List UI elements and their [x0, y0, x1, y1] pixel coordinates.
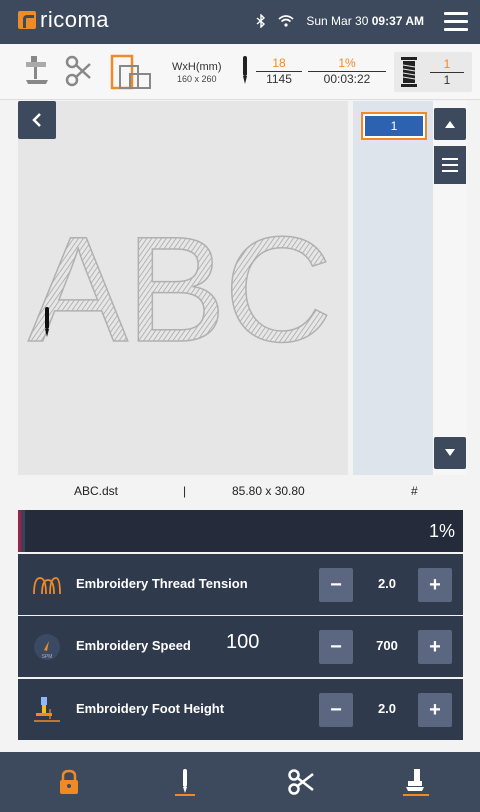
progress-fill	[21, 510, 26, 552]
speed-decrease-button[interactable]: −	[319, 630, 353, 664]
thread-spool-icon	[401, 57, 417, 87]
triangle-down-icon	[445, 449, 455, 456]
hoop-size-value: 160 x 260	[176, 74, 217, 84]
plus-icon: +	[429, 573, 441, 596]
foot-height-icon	[34, 697, 60, 722]
presser-foot-button[interactable]	[400, 766, 432, 798]
speedometer-icon-text: SPM	[42, 654, 53, 660]
design-canvas[interactable]: ABC	[18, 101, 348, 475]
bottom-toolbar	[0, 752, 480, 812]
progress-time: 1% 00:03:22	[308, 56, 386, 87]
thread-current: 1	[430, 57, 464, 73]
lock-button[interactable]	[53, 766, 85, 798]
color-sequence-item[interactable]: 1	[361, 112, 427, 140]
hoop-size: WxH(mm) 160 x 260	[172, 61, 221, 85]
speed-increase-button[interactable]: +	[418, 630, 452, 664]
wifi-icon	[278, 15, 294, 27]
presser-foot-icon[interactable]	[22, 54, 52, 88]
needle-button[interactable]	[169, 766, 201, 798]
thread-tension-label: Embroidery Thread Tension	[76, 576, 248, 591]
minus-icon: −	[330, 698, 342, 721]
hoop-frame-icon[interactable]	[110, 54, 156, 92]
thread-tension-icon	[33, 577, 61, 595]
scroll-down-button[interactable]	[434, 437, 466, 469]
speedometer-icon: SPM	[34, 634, 60, 660]
foot-height-row: Embroidery Foot Height − 2.0 +	[18, 679, 463, 740]
file-name: ABC.dst	[74, 484, 119, 498]
color-sequence-number: 1	[365, 116, 423, 136]
progress-bar: 1%	[18, 510, 463, 552]
status-date: Sun Mar 30	[306, 14, 369, 28]
logo-text: ricoma	[40, 7, 110, 32]
back-button[interactable]	[18, 101, 56, 139]
chevron-left-icon	[32, 113, 41, 127]
lock-icon	[60, 769, 78, 794]
info-bar: WxH(mm) 160 x 260 18 1145 1% 00:03:22 1 …	[0, 44, 480, 100]
presser-foot-icon	[403, 769, 429, 796]
minus-icon: −	[330, 573, 342, 596]
speed-label: Embroidery Speed	[76, 638, 191, 653]
status-area: Sun Mar 30 09:37 AM	[256, 14, 424, 28]
hamburger-menu-icon[interactable]	[444, 12, 468, 32]
plus-icon: +	[429, 635, 441, 658]
elapsed-time: 00:03:22	[323, 72, 371, 86]
trim-button[interactable]	[285, 766, 317, 798]
needle-icon	[175, 769, 195, 796]
trim-cut-icon[interactable]	[64, 54, 94, 88]
scroll-thumb[interactable]	[434, 146, 466, 184]
stitch-counter: 18 1145	[256, 56, 302, 87]
speed-row: SPM Embroidery Speed 100 − 700 +	[18, 616, 463, 677]
stitch-total: 1145	[266, 72, 292, 86]
thread-tension-value: 2.0	[377, 576, 397, 591]
design-preview-text: ABC	[28, 205, 330, 373]
design-hash: #	[411, 484, 418, 498]
file-info-bar: ABC.dst | 85.80 x 30.80 #	[0, 484, 480, 504]
design-preview: ABC	[27, 204, 333, 374]
progress-label: 1%	[428, 521, 455, 541]
stitch-current: 18	[256, 56, 302, 72]
scroll-up-button[interactable]	[434, 108, 466, 140]
needle-icon	[243, 56, 247, 84]
scissors-icon	[288, 769, 314, 795]
minus-icon: −	[330, 635, 342, 658]
triangle-up-icon	[445, 121, 455, 128]
thread-total: 1	[443, 73, 451, 87]
thread-counter-box: 1 1	[394, 52, 472, 92]
foot-height-decrease-button[interactable]: −	[319, 693, 353, 727]
top-bar: ricoma Sun Mar 30 09:37 AM	[0, 0, 480, 44]
thread-tension-increase-button[interactable]: +	[418, 568, 452, 602]
thread-counter: 1 1	[430, 57, 464, 88]
progress-percent: 1%	[308, 56, 386, 72]
foot-height-label: Embroidery Foot Height	[76, 701, 225, 716]
thread-tension-row: Embroidery Thread Tension − 2.0 +	[18, 554, 463, 615]
ricoma-logo: ricoma	[18, 8, 109, 32]
ricoma-logo-mark	[18, 11, 36, 29]
foot-height-value: 2.0	[377, 701, 397, 716]
plus-icon: +	[429, 698, 441, 721]
bluetooth-icon	[256, 14, 266, 28]
thread-tension-decrease-button[interactable]: −	[319, 568, 353, 602]
hoop-size-label: WxH(mm)	[172, 61, 222, 73]
file-info-separator: |	[183, 484, 187, 498]
speed-value: 700	[376, 638, 398, 653]
status-time: 09:37 AM	[371, 14, 424, 28]
foot-height-increase-button[interactable]: +	[418, 693, 452, 727]
speed-percent-value: 100	[226, 631, 260, 653]
design-dimensions: 85.80 x 30.80	[232, 484, 305, 498]
